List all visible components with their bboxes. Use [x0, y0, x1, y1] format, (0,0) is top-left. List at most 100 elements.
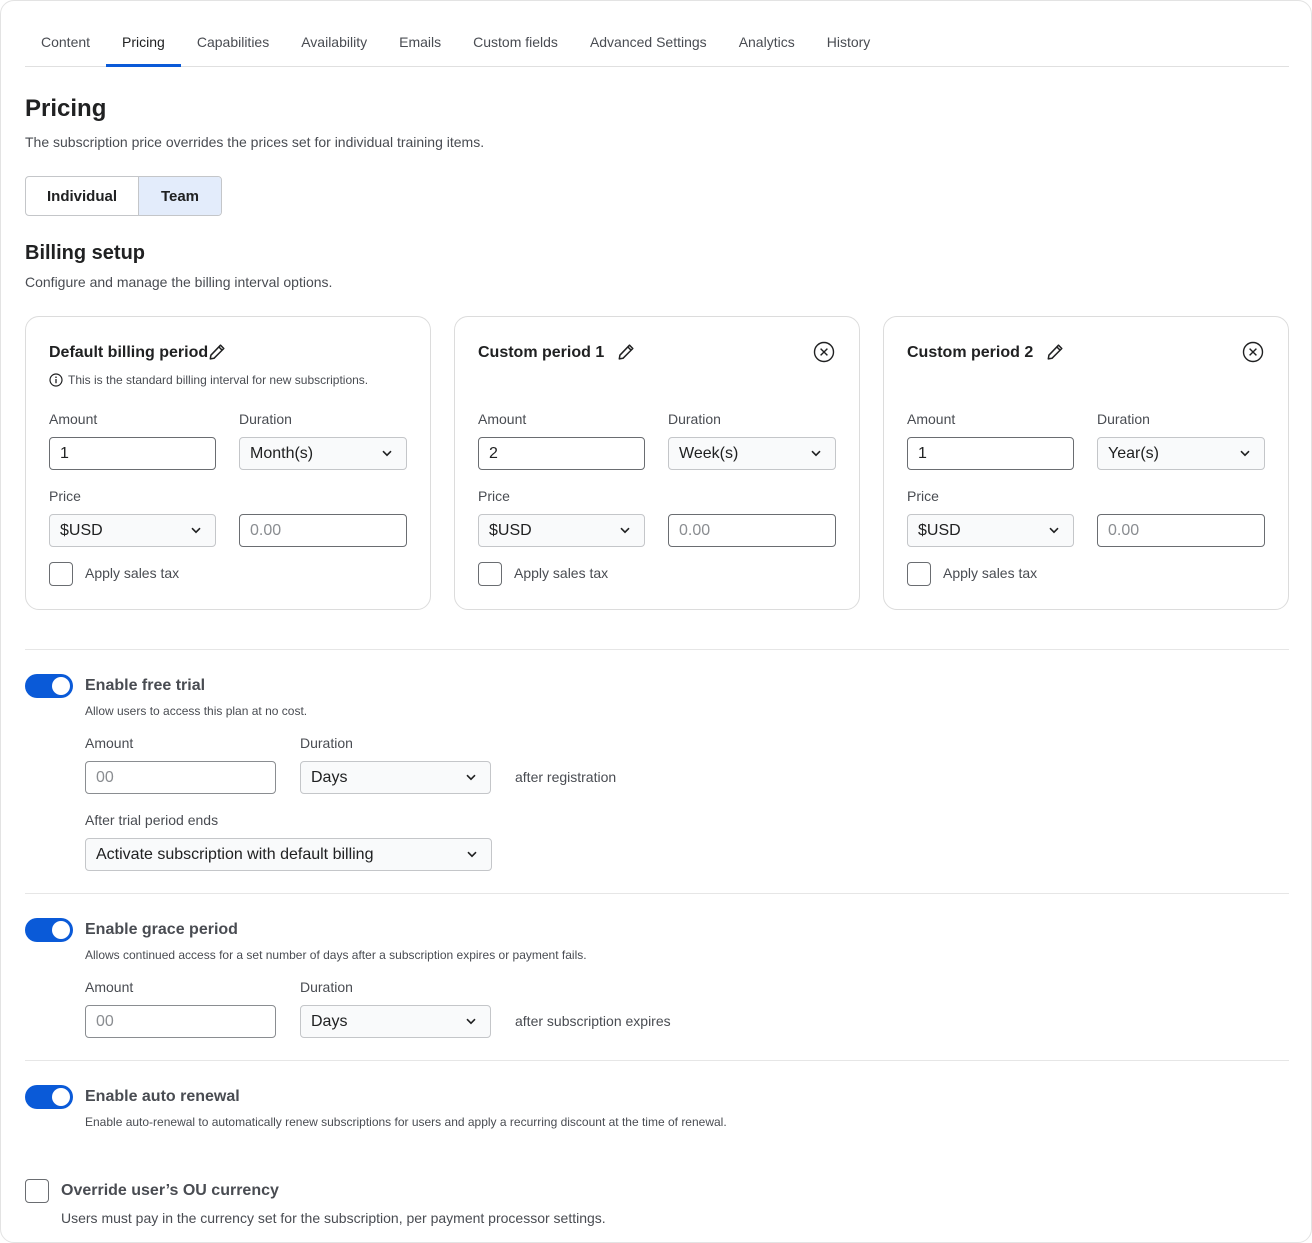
duration-label: Duration	[1097, 411, 1150, 427]
chevron-down-icon	[467, 851, 477, 858]
billing-setup-heading: Billing setup	[25, 242, 145, 264]
trial-amount-input[interactable]: 00	[85, 761, 276, 794]
amount-input[interactable]: 2	[478, 437, 645, 470]
after-trial-select[interactable]: Activate subscription with default billi…	[85, 838, 492, 871]
edit-pencil-icon[interactable]	[1045, 342, 1065, 362]
tab-pricing[interactable]: Pricing	[106, 19, 181, 67]
override-currency-description: Users must pay in the currency set for t…	[61, 1210, 606, 1226]
duration-value: Month(s)	[250, 445, 314, 462]
card-title: Default billing period	[49, 344, 209, 361]
duration-select[interactable]: Year(s)	[1097, 437, 1265, 470]
pricing-description: The subscription price overrides the pri…	[25, 134, 485, 150]
trial-amount-label: Amount	[85, 735, 134, 751]
trial-duration-select[interactable]: Days	[300, 761, 491, 794]
edit-pencil-icon[interactable]	[207, 342, 227, 362]
info-icon	[49, 373, 63, 387]
apply-sales-tax-label: Apply sales tax	[514, 565, 609, 581]
trial-duration-label: Duration	[300, 735, 353, 751]
amount-label: Amount	[478, 411, 527, 427]
individual-button[interactable]: Individual	[26, 177, 139, 215]
duration-value: Year(s)	[1108, 445, 1159, 462]
apply-sales-tax-label: Apply sales tax	[85, 565, 180, 581]
chevron-down-icon	[382, 450, 392, 457]
price-input[interactable]: 0.00	[668, 514, 836, 547]
auto-renewal-description: Enable auto-renewal to automatically ren…	[85, 1115, 727, 1129]
billing-card-custom-1: Custom period 1 Amount Duration 2 Week(s…	[454, 316, 860, 610]
grace-amount-label: Amount	[85, 979, 134, 995]
edit-pencil-icon[interactable]	[616, 342, 636, 362]
duration-select[interactable]: Month(s)	[239, 437, 407, 470]
plan-type-toggle: Individual Team	[25, 176, 222, 216]
billing-card-custom-2: Custom period 2 Amount Duration 1 Year(s…	[883, 316, 1289, 610]
price-label: Price	[907, 488, 939, 504]
duration-select[interactable]: Week(s)	[668, 437, 836, 470]
price-input[interactable]: 0.00	[1097, 514, 1265, 547]
billing-card-default: Default billing period This is the stand…	[25, 316, 431, 610]
divider	[25, 649, 1289, 650]
currency-select[interactable]: $USD	[478, 514, 645, 547]
override-currency-checkbox[interactable]	[25, 1179, 49, 1203]
trial-duration-value: Days	[311, 769, 348, 786]
apply-sales-tax-label: Apply sales tax	[943, 565, 1038, 581]
tab-custom-fields[interactable]: Custom fields	[457, 19, 574, 67]
toggle-knob	[52, 921, 70, 939]
team-button[interactable]: Team	[139, 177, 221, 215]
after-trial-label: After trial period ends	[85, 812, 219, 828]
currency-select[interactable]: $USD	[49, 514, 216, 547]
override-currency-title: Override user’s OU currency	[61, 1182, 279, 1199]
free-trial-toggle[interactable]	[25, 674, 73, 698]
grace-duration-value: Days	[311, 1013, 348, 1030]
price-input[interactable]: 0.00	[239, 514, 407, 547]
free-trial-description: Allow users to access this plan at no co…	[85, 704, 308, 718]
chevron-down-icon	[1049, 527, 1059, 534]
tab-availability[interactable]: Availability	[285, 19, 383, 67]
price-label: Price	[478, 488, 510, 504]
after-trial-value: Activate subscription with default billi…	[96, 846, 374, 863]
currency-value: $USD	[918, 522, 961, 539]
page-title: Pricing	[25, 95, 107, 122]
billing-setup-description: Configure and manage the billing interva…	[25, 274, 333, 290]
card-title: Custom period 2	[907, 344, 1034, 361]
trial-suffix-text: after registration	[515, 769, 617, 785]
currency-select[interactable]: $USD	[907, 514, 1074, 547]
currency-value: $USD	[489, 522, 532, 539]
card-note: This is the standard billing interval fo…	[49, 373, 368, 387]
chevron-down-icon	[466, 774, 476, 781]
duration-label: Duration	[668, 411, 721, 427]
amount-input[interactable]: 1	[49, 437, 216, 470]
currency-value: $USD	[60, 522, 103, 539]
duration-value: Week(s)	[679, 445, 739, 462]
apply-sales-tax-checkbox[interactable]	[907, 562, 931, 586]
remove-circle-icon[interactable]	[813, 341, 835, 363]
apply-sales-tax-checkbox[interactable]	[478, 562, 502, 586]
grace-amount-input[interactable]: 00	[85, 1005, 276, 1038]
duration-label: Duration	[239, 411, 292, 427]
auto-renewal-toggle[interactable]	[25, 1085, 73, 1109]
card-title: Custom period 1	[478, 344, 605, 361]
grace-period-description: Allows continued access for a set number…	[85, 948, 587, 962]
tab-content[interactable]: Content	[25, 19, 106, 67]
chevron-down-icon	[620, 527, 630, 534]
tab-advanced-settings[interactable]: Advanced Settings	[574, 19, 723, 67]
divider	[25, 1060, 1289, 1061]
tab-history[interactable]: History	[811, 19, 887, 67]
divider	[25, 893, 1289, 894]
grace-period-toggle[interactable]	[25, 918, 73, 942]
remove-circle-icon[interactable]	[1242, 341, 1264, 363]
price-label: Price	[49, 488, 81, 504]
apply-sales-tax-checkbox[interactable]	[49, 562, 73, 586]
tab-analytics[interactable]: Analytics	[723, 19, 811, 67]
grace-suffix-text: after subscription expires	[515, 1013, 671, 1029]
tab-capabilities[interactable]: Capabilities	[181, 19, 285, 67]
tab-emails[interactable]: Emails	[383, 19, 457, 67]
chevron-down-icon	[191, 527, 201, 534]
grace-duration-label: Duration	[300, 979, 353, 995]
chevron-down-icon	[466, 1018, 476, 1025]
amount-input[interactable]: 1	[907, 437, 1074, 470]
toggle-knob	[52, 677, 70, 695]
auto-renewal-title: Enable auto renewal	[85, 1088, 240, 1105]
grace-duration-select[interactable]: Days	[300, 1005, 491, 1038]
grace-period-title: Enable grace period	[85, 921, 238, 938]
pricing-settings-page: Content Pricing Capabilities Availabilit…	[0, 0, 1312, 1243]
chevron-down-icon	[811, 450, 821, 457]
